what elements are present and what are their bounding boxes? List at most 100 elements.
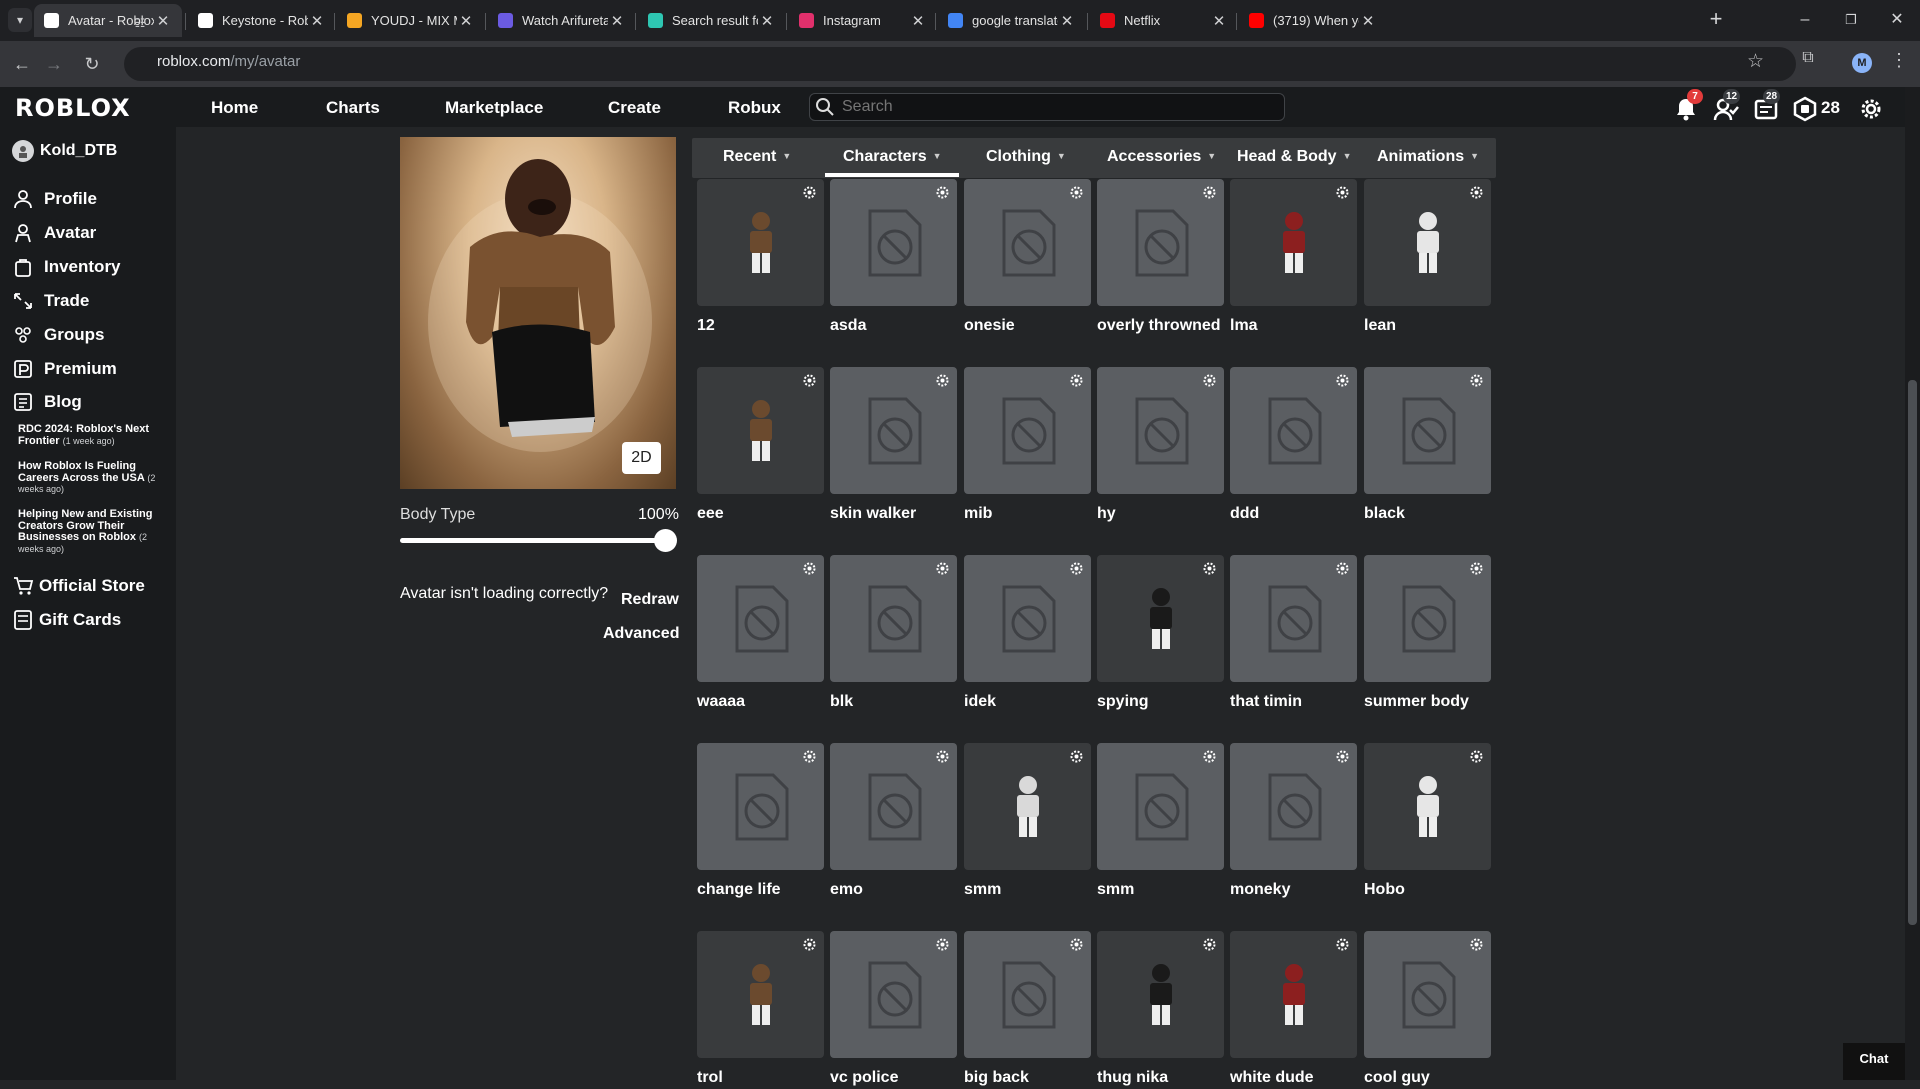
item-thumbnail[interactable]: [697, 179, 824, 306]
list-item[interactable]: Hobo: [1364, 743, 1491, 901]
close-tab-icon[interactable]: ✕: [1058, 12, 1076, 30]
robux-balance[interactable]: 28: [1821, 98, 1840, 118]
url-text[interactable]: roblox.com/my/avatar: [157, 53, 300, 70]
list-item[interactable]: vc police: [830, 931, 957, 1089]
settings-gear-icon[interactable]: [1858, 96, 1884, 122]
item-name[interactable]: change life: [697, 879, 824, 901]
address-bar[interactable]: [124, 47, 1796, 81]
profile-avatar[interactable]: M: [1852, 53, 1872, 73]
tab-9[interactable]: (3719) When you brin✕: [1239, 4, 1387, 37]
forward-icon[interactable]: →: [42, 52, 66, 76]
item-thumbnail[interactable]: [964, 179, 1091, 306]
item-thumbnail[interactable]: [1364, 179, 1491, 306]
reload-icon[interactable]: ↻: [80, 52, 104, 76]
item-thumbnail[interactable]: [1230, 931, 1357, 1058]
minimize-button[interactable]: –: [1790, 8, 1820, 32]
item-name[interactable]: lma: [1230, 315, 1357, 337]
item-name[interactable]: eee: [697, 503, 824, 525]
list-item[interactable]: waaaa: [697, 555, 824, 713]
item-thumbnail[interactable]: [830, 367, 957, 494]
tab-3[interactable]: YOUDJ - MIX MUSIC✕: [337, 4, 485, 37]
item-name[interactable]: thug nika: [1097, 1067, 1224, 1089]
chat-button[interactable]: Chat: [1843, 1043, 1905, 1080]
blog-post-link[interactable]: RDC 2024: Roblox's Next Frontier (1 week…: [18, 423, 158, 447]
tab-accessories[interactable]: Accessories ▼: [1107, 148, 1216, 166]
close-tab-icon[interactable]: ✕: [1210, 12, 1228, 30]
nav-home[interactable]: Home: [211, 98, 258, 118]
list-item[interactable]: onesie: [964, 179, 1091, 337]
list-item[interactable]: ddd: [1230, 367, 1357, 525]
item-thumbnail[interactable]: [1097, 931, 1224, 1058]
list-item[interactable]: skin walker: [830, 367, 957, 525]
list-item[interactable]: big back: [964, 931, 1091, 1089]
sidebar-item-profile[interactable]: Profile: [12, 188, 97, 210]
toggle-2d-button[interactable]: 2D: [622, 442, 661, 474]
nav-marketplace[interactable]: Marketplace: [445, 98, 543, 118]
site-info-icon[interactable]: ☷: [132, 15, 148, 31]
item-name[interactable]: hy: [1097, 503, 1224, 525]
tab-8[interactable]: Netflix ✕: [1090, 4, 1238, 37]
item-thumbnail[interactable]: [830, 555, 957, 682]
roblox-logo[interactable]: ROBLOX: [15, 94, 131, 122]
tab-head-body[interactable]: Head & Body ▼: [1237, 148, 1352, 166]
list-item[interactable]: smm: [1097, 743, 1224, 901]
item-name[interactable]: mib: [964, 503, 1091, 525]
item-thumbnail[interactable]: [964, 367, 1091, 494]
list-item[interactable]: overly throwned: [1097, 179, 1224, 337]
item-name[interactable]: idek: [964, 691, 1091, 713]
list-item[interactable]: asda: [830, 179, 957, 337]
item-name[interactable]: waaaa: [697, 691, 824, 713]
item-thumbnail[interactable]: [964, 555, 1091, 682]
search-input[interactable]: [842, 98, 1262, 116]
avatar-preview[interactable]: [400, 137, 676, 489]
item-name[interactable]: 12: [697, 315, 824, 337]
tab-6[interactable]: Instagram ✕: [789, 4, 937, 37]
item-thumbnail[interactable]: [964, 743, 1091, 870]
item-name[interactable]: smm: [964, 879, 1091, 901]
sidebar-item-official-store[interactable]: Official Store: [12, 575, 145, 597]
item-thumbnail[interactable]: [1097, 743, 1224, 870]
list-item[interactable]: 12: [697, 179, 824, 337]
close-tab-icon[interactable]: ✕: [154, 12, 172, 30]
list-item[interactable]: lma: [1230, 179, 1357, 337]
sidebar-item-gift-cards[interactable]: Gift Cards: [12, 609, 121, 631]
advanced-link[interactable]: Advanced: [603, 625, 679, 643]
sidebar-username[interactable]: Kold_DTB: [12, 140, 117, 162]
item-thumbnail[interactable]: [1364, 367, 1491, 494]
item-thumbnail[interactable]: [1364, 931, 1491, 1058]
tab-recent[interactable]: Recent ▼: [723, 148, 791, 166]
item-thumbnail[interactable]: [1230, 179, 1357, 306]
item-name[interactable]: that timin: [1230, 691, 1357, 713]
tab-clothing[interactable]: Clothing ▼: [986, 148, 1066, 166]
item-name[interactable]: Hobo: [1364, 879, 1491, 901]
list-item[interactable]: mib: [964, 367, 1091, 525]
redraw-link[interactable]: Redraw: [621, 591, 679, 609]
tab-search-button[interactable]: ▾: [8, 8, 32, 32]
item-thumbnail[interactable]: [1230, 555, 1357, 682]
tab-4[interactable]: Watch Arifureta: Fron✕: [488, 4, 636, 37]
list-item[interactable]: that timin: [1230, 555, 1357, 713]
list-item[interactable]: trol: [697, 931, 824, 1089]
blog-post-link[interactable]: How Roblox Is Fueling Careers Across the…: [18, 460, 158, 496]
browser-menu-icon[interactable]: ⋮: [1890, 50, 1908, 71]
item-name[interactable]: moneky: [1230, 879, 1357, 901]
list-item[interactable]: black: [1364, 367, 1491, 525]
item-thumbnail[interactable]: [830, 931, 957, 1058]
sidebar-item-trade[interactable]: Trade: [12, 290, 89, 312]
item-name[interactable]: big back: [964, 1067, 1091, 1089]
new-tab-button[interactable]: +: [1704, 8, 1728, 32]
item-thumbnail[interactable]: [1097, 367, 1224, 494]
list-item[interactable]: thug nika: [1097, 931, 1224, 1089]
sidebar-item-blog[interactable]: Blog: [12, 391, 82, 413]
item-thumbnail[interactable]: [697, 555, 824, 682]
list-item[interactable]: moneky: [1230, 743, 1357, 901]
nav-create[interactable]: Create: [608, 98, 661, 118]
list-item[interactable]: spying: [1097, 555, 1224, 713]
item-thumbnail[interactable]: [1230, 743, 1357, 870]
robux-icon[interactable]: [1792, 96, 1818, 122]
sidebar-item-avatar[interactable]: Avatar: [12, 222, 96, 244]
close-tab-icon[interactable]: ✕: [608, 12, 626, 30]
item-name[interactable]: skin walker: [830, 503, 957, 525]
close-tab-icon[interactable]: ✕: [1359, 12, 1377, 30]
list-item[interactable]: white dude: [1230, 931, 1357, 1089]
